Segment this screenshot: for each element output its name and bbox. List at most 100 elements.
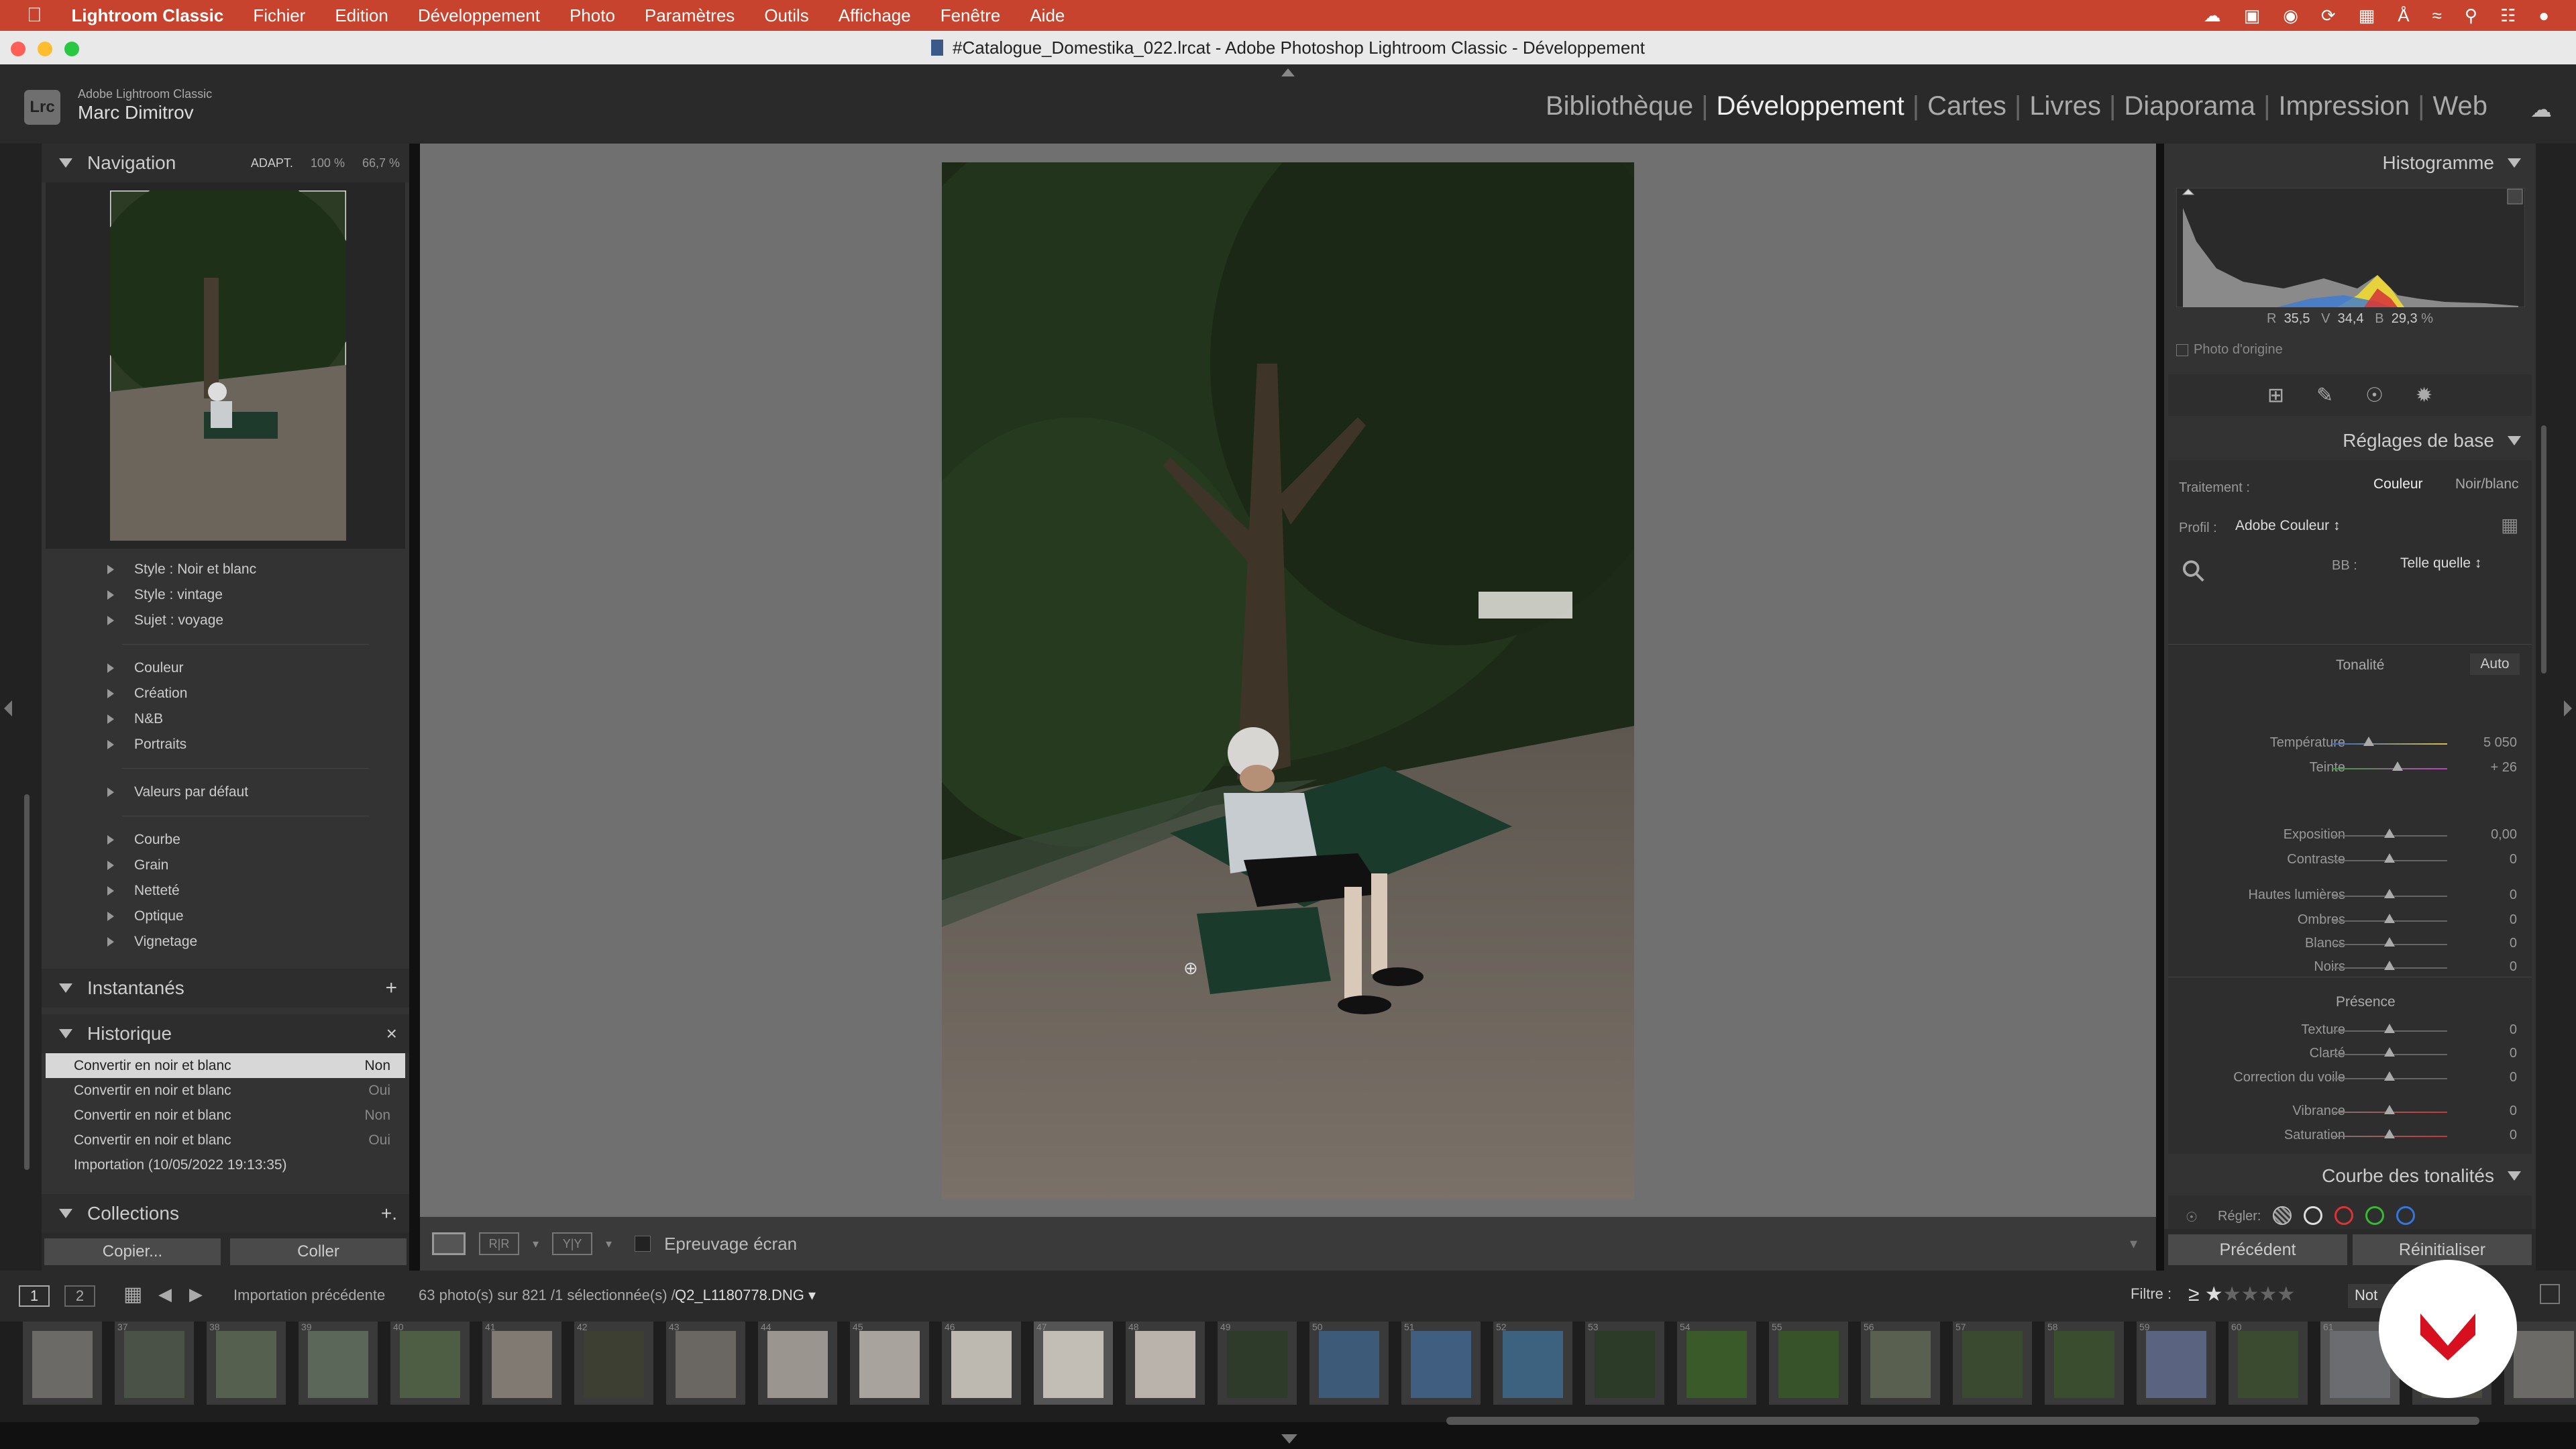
slider-value[interactable]: 0 <box>2510 852 2517 867</box>
slider-value[interactable]: 0,00 <box>2491 827 2517 843</box>
filmstrip-thumbnail[interactable]: 57 <box>1953 1322 2032 1405</box>
loupe-view-icon[interactable] <box>432 1232 466 1255</box>
filmstrip-thumbnail[interactable] <box>23 1322 102 1405</box>
slider-track[interactable] <box>2332 1024 2447 1033</box>
tone-curve-header[interactable]: Courbe des tonalités <box>2164 1157 2536 1195</box>
slider-value[interactable]: 0 <box>2510 1046 2517 1061</box>
menu-developpement[interactable]: Développement <box>403 5 555 26</box>
slider-value[interactable]: + 26 <box>2491 760 2517 775</box>
zoom-fit-option[interactable]: ADAPT. <box>251 156 293 170</box>
collapse-top-arrow-icon[interactable] <box>1281 68 1295 76</box>
filmstrip-thumbnail[interactable]: 48 <box>1126 1322 1205 1405</box>
slider-track[interactable] <box>2332 1129 2447 1138</box>
filmstrip-scrollbar[interactable] <box>1446 1417 2479 1425</box>
filmstrip-thumbnail[interactable]: 41 <box>482 1322 561 1405</box>
filmstrip-thumbnail[interactable]: 38 <box>207 1322 286 1405</box>
filmstrip-thumbnail[interactable]: 59 <box>2137 1322 2216 1405</box>
slider-value[interactable]: 0 <box>2510 912 2517 928</box>
slider-thumb[interactable] <box>2384 828 2395 838</box>
slider-track[interactable] <box>2332 1105 2447 1114</box>
slider-thumb[interactable] <box>2363 737 2375 746</box>
filmstrip-thumbnail[interactable]: 39 <box>299 1322 378 1405</box>
filmstrip-thumbnail[interactable]: 60 <box>2229 1322 2308 1405</box>
filmstrip-thumbnail[interactable]: 46 <box>942 1322 1021 1405</box>
menu-photo[interactable]: Photo <box>555 5 630 26</box>
slider-value[interactable]: 0 <box>2510 888 2517 903</box>
minimize-window-button[interactable] <box>38 42 52 56</box>
point-curve-red-icon[interactable] <box>2334 1206 2353 1225</box>
history-row[interactable]: Convertir en noir et blanc Oui <box>46 1128 405 1152</box>
point-curve-green-icon[interactable] <box>2365 1206 2384 1225</box>
preset-couleur[interactable]: Couleur <box>42 655 409 681</box>
preset-portraits[interactable]: Portraits <box>42 732 409 757</box>
module-diaporama[interactable]: Diaporama <box>2116 91 2263 121</box>
filmstrip-thumbnail[interactable]: 52 <box>1493 1322 1572 1405</box>
menu-fichier[interactable]: Fichier <box>238 5 320 26</box>
add-snapshot-button[interactable]: + <box>385 977 397 1000</box>
copy-settings-button[interactable]: Copier... <box>44 1238 221 1265</box>
siri-icon[interactable]: ● <box>2538 5 2549 26</box>
slider-value[interactable]: 0 <box>2510 1070 2517 1085</box>
slider-track[interactable] <box>2332 937 2447 947</box>
clear-history-button[interactable]: × <box>386 1023 397 1044</box>
grid-icon[interactable]: ▦ <box>2359 5 2375 26</box>
right-panel-scrollbar[interactable] <box>2541 425 2546 674</box>
slider-track[interactable] <box>2332 914 2447 923</box>
module-bibliotheque[interactable]: Bibliothèque <box>1538 91 1701 121</box>
slider-thumb[interactable] <box>2384 1024 2395 1033</box>
creative-cloud-icon[interactable]: ☁ <box>2204 5 2221 26</box>
module-livres[interactable]: Livres <box>2021 91 2109 121</box>
slider-track[interactable] <box>2332 828 2447 838</box>
menu-app-name[interactable]: Lightroom Classic <box>57 5 239 26</box>
collapse-left-arrow-icon[interactable] <box>4 700 12 716</box>
filmstrip-thumbnail[interactable]: 51 <box>1401 1322 1481 1405</box>
rating-filter[interactable]: ≥ ★★★★★ <box>2188 1283 2295 1306</box>
slider-thumb[interactable] <box>2384 1047 2395 1057</box>
preset-grain[interactable]: Grain <box>42 853 409 878</box>
preset-style-vintage[interactable]: Style : vintage <box>42 582 409 608</box>
preset-courbe[interactable]: Courbe <box>42 827 409 853</box>
filmstrip-filename[interactable]: Q2_L1180778.DNG ▾ <box>675 1287 816 1304</box>
slider-track[interactable] <box>2332 737 2447 746</box>
slider-track[interactable] <box>2332 961 2447 970</box>
menu-fenetre[interactable]: Fenêtre <box>926 5 1016 26</box>
preset-nb[interactable]: N&B <box>42 706 409 732</box>
dropdown-arrow-icon[interactable]: ▾ <box>606 1237 612 1251</box>
filmstrip-thumbnail[interactable]: 49 <box>1218 1322 1297 1405</box>
module-developpement[interactable]: Développement <box>1709 91 1913 121</box>
slider-thumb[interactable] <box>2384 853 2395 863</box>
before-after-icon[interactable]: R|R <box>479 1232 519 1255</box>
history-row[interactable]: Convertir en noir et blanc Non <box>46 1103 405 1128</box>
image-canvas[interactable]: ⊕ <box>420 144 2156 1217</box>
menu-edition[interactable]: Edition <box>320 5 403 26</box>
menu-parametres[interactable]: Paramètres <box>630 5 749 26</box>
module-cartes[interactable]: Cartes <box>1919 91 2015 121</box>
filmstrip-thumbnail[interactable]: 45 <box>850 1322 929 1405</box>
collapse-right-arrow-icon[interactable] <box>2564 700 2572 716</box>
paste-settings-button[interactable]: Coller <box>230 1238 407 1265</box>
filter-lock-icon[interactable] <box>2540 1284 2560 1304</box>
slider-value[interactable]: 0 <box>2510 959 2517 975</box>
softproof-checkbox[interactable] <box>635 1236 651 1252</box>
add-collection-button[interactable]: +. <box>381 1203 397 1224</box>
point-curve-blue-icon[interactable] <box>2396 1206 2415 1225</box>
slider-track[interactable] <box>2332 853 2447 863</box>
grid-view-icon[interactable]: ▦ <box>123 1283 142 1306</box>
slider-value[interactable]: 0 <box>2510 1104 2517 1119</box>
before-after-vertical-icon[interactable]: Y|Y <box>552 1232 593 1255</box>
filmstrip-thumbnail[interactable]: 58 <box>2045 1322 2124 1405</box>
filmstrip-thumbnail[interactable]: 56 <box>1861 1322 1940 1405</box>
left-panel-scrollbar[interactable] <box>24 794 30 1170</box>
filmstrip-thumbnail[interactable]: 40 <box>390 1322 470 1405</box>
slider-track[interactable] <box>2332 761 2447 771</box>
search-icon[interactable]: ⚲ <box>2465 5 2477 26</box>
record-icon[interactable]: ◉ <box>2283 5 2298 26</box>
history-row[interactable]: Importation (10/05/2022 19:13:35) <box>46 1152 405 1177</box>
control-center-icon[interactable]: ☷ <box>2500 5 2516 26</box>
previous-button[interactable]: Précédent <box>2168 1234 2347 1265</box>
slider-track[interactable] <box>2332 1071 2447 1081</box>
module-web[interactable]: Web <box>2424 91 2496 121</box>
slider-track[interactable] <box>2332 1047 2447 1057</box>
slider-thumb[interactable] <box>2384 1129 2395 1138</box>
zoom-100-option[interactable]: 100 % <box>311 156 345 170</box>
